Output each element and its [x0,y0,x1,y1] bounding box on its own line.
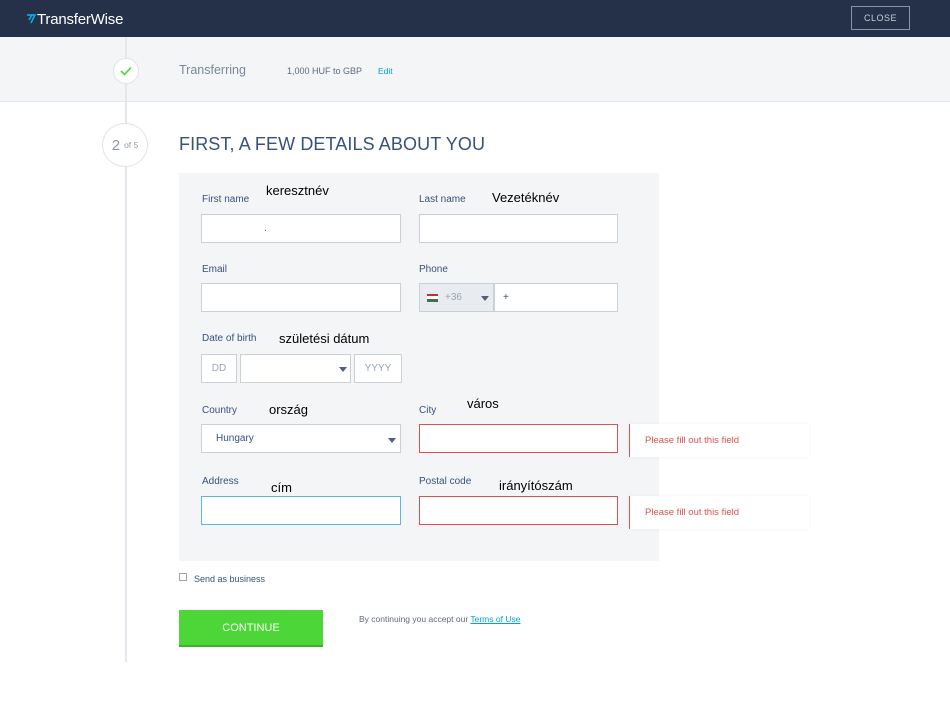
hungary-flag-icon [427,293,438,302]
top-bar: TransferWise CLOSE [0,0,950,37]
first-name-annotation: keresztnév [266,183,329,198]
terms-of-use-link[interactable]: Terms of Use [470,614,520,624]
send-as-business-label[interactable]: Send as business [194,574,265,584]
last-name-label: Last name [419,194,466,205]
summary-step-title: Transferring [179,63,246,77]
logo[interactable]: TransferWise [26,9,123,29]
address-annotation: cím [271,480,292,495]
postal-code-error-tooltip: Please fill out this field [629,496,809,529]
step-complete-indicator [113,58,139,84]
close-button[interactable]: CLOSE [851,6,910,30]
edit-link[interactable]: Edit [378,66,393,76]
logo-text: TransferWise [37,10,124,28]
progress-line-top [125,37,127,58]
checkmark-icon [120,66,132,76]
country-annotation: ország [269,402,309,417]
progress-line-mid [125,84,127,123]
address-input[interactable] [201,496,401,525]
send-as-business-checkbox[interactable] [179,573,187,581]
progress-line-bottom [125,167,127,662]
terms-notice: By continuing you accept our Terms of Us… [359,614,520,624]
city-error-tooltip: Please fill out this field [629,424,809,457]
phone-input[interactable]: + [494,283,618,312]
terms-prefix: By continuing you accept our [359,614,469,624]
dob-month-select[interactable] [240,354,351,383]
address-label: Address [202,476,239,487]
last-name-annotation: Vezetéknév [492,190,560,205]
country-label: Country [202,405,238,416]
dob-annotation: születési dátum [279,331,370,346]
phone-country-select[interactable]: +36 [419,283,494,312]
email-label: Email [202,264,228,275]
chevron-down-icon [481,296,489,301]
chevron-down-icon [388,438,396,443]
phone-label: Phone [419,264,448,275]
chevron-down-icon [339,367,347,372]
last-name-input[interactable] [419,214,618,243]
dob-day-input[interactable]: DD [201,354,237,383]
phone-country-code: +36 [445,292,462,303]
city-input[interactable] [419,424,618,453]
postal-code-label: Postal code [419,476,472,487]
summary-detail: 1,000 HUF to GBP [287,66,363,76]
page-title: FIRST, A FEW DETAILS ABOUT YOU [179,134,486,154]
first-name-label: First name [202,194,250,205]
transfer-summary [0,37,950,102]
dob-year-input[interactable]: YYYY [354,354,402,383]
city-annotation: város [467,396,499,411]
step-total: of 5 [124,140,139,150]
email-input[interactable] [201,283,401,312]
step-indicator: 2 of 5 [102,123,148,167]
transferwise-flag-icon [27,14,36,24]
postal-code-annotation: irányítószám [499,478,573,493]
step-number: 2 [111,136,121,154]
continue-button[interactable]: CONTINUE [179,610,323,647]
postal-code-input[interactable] [419,496,618,525]
dob-label: Date of birth [202,333,257,344]
city-label: City [419,405,437,416]
country-value: Hungary [216,433,254,444]
country-select[interactable]: Hungary [201,424,401,453]
first-name-input[interactable]: . [201,214,401,243]
